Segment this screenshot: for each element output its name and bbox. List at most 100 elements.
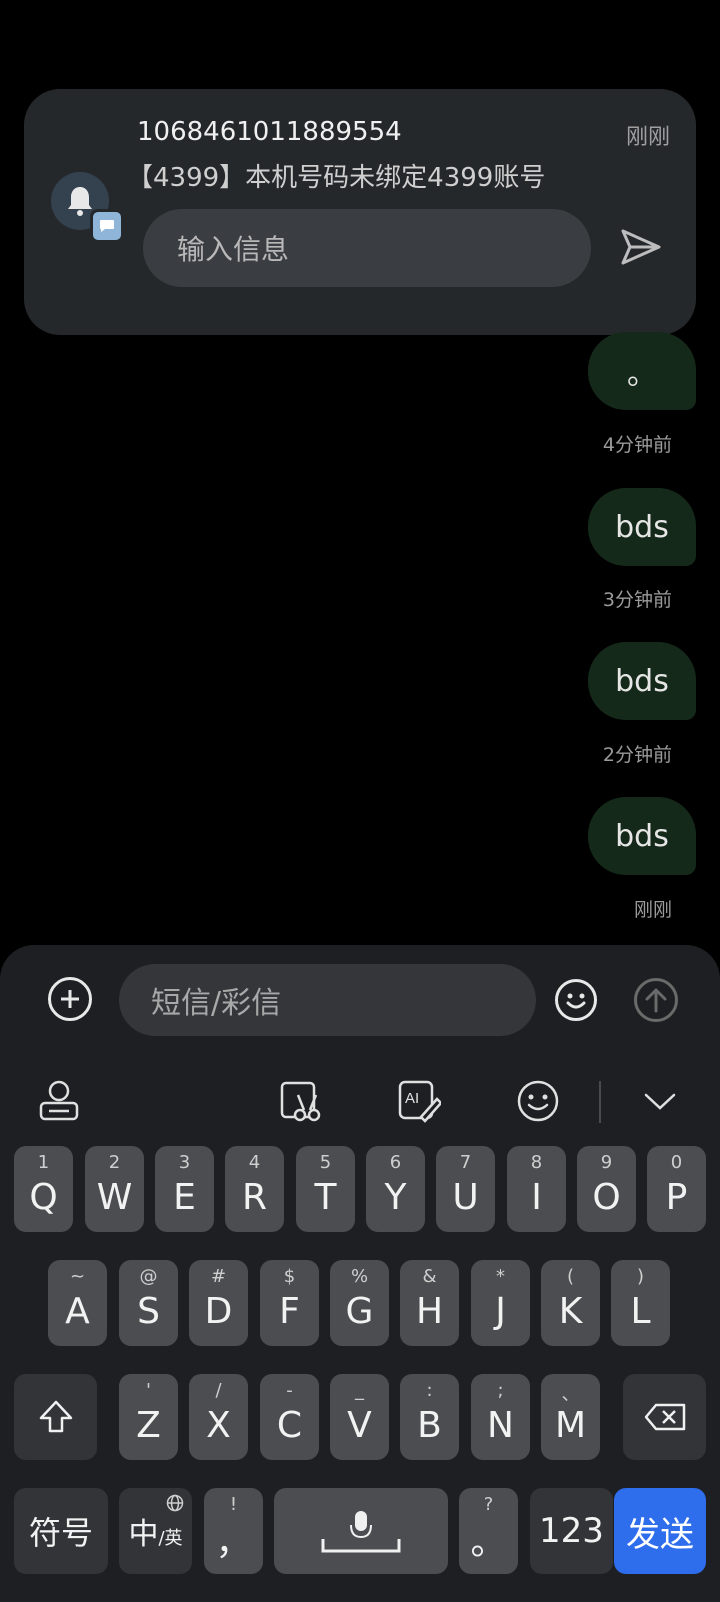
key-a[interactable]: ~ A bbox=[48, 1260, 107, 1346]
language-switch-key[interactable]: 中/英 bbox=[119, 1488, 192, 1574]
key-label: & bbox=[422, 1266, 437, 1287]
key-j[interactable]: * J bbox=[471, 1260, 530, 1346]
symbols-label: 符号 bbox=[28, 1514, 93, 1552]
message-time: 3分钟前 bbox=[602, 589, 672, 611]
key-label: - bbox=[286, 1380, 293, 1401]
key-w[interactable]: 2W bbox=[85, 1146, 144, 1232]
key-label: A bbox=[65, 1290, 90, 1332]
send-icon[interactable] bbox=[620, 227, 662, 267]
key-s[interactable]: @ S bbox=[119, 1260, 178, 1346]
shift-key[interactable] bbox=[14, 1374, 97, 1460]
key-label: 8 bbox=[530, 1152, 543, 1173]
number-key[interactable]: 123 bbox=[530, 1488, 613, 1574]
message-input-placeholder: 短信/彩信 bbox=[151, 986, 282, 1021]
message-text: 。 bbox=[627, 357, 657, 392]
notification-sender: 1068461011889554 bbox=[137, 117, 402, 147]
shift-icon bbox=[39, 1400, 72, 1433]
key-i[interactable]: 8I bbox=[507, 1146, 566, 1232]
svg-text:AI: AI bbox=[405, 1090, 419, 1107]
key-label: D bbox=[204, 1290, 233, 1332]
period-key[interactable]: ?。 bbox=[459, 1488, 518, 1574]
reply-input[interactable]: 输入信息 bbox=[143, 209, 591, 287]
key-label: 、 bbox=[561, 1384, 580, 1405]
notification-time: 刚刚 bbox=[625, 125, 670, 150]
keyboard-settings-icon[interactable] bbox=[37, 1079, 81, 1123]
key-label: R bbox=[241, 1176, 267, 1218]
key-label: # bbox=[210, 1266, 227, 1287]
key-label: ， bbox=[215, 1522, 252, 1563]
key-y[interactable]: 6Y bbox=[366, 1146, 425, 1232]
key-m[interactable]: 、 M bbox=[541, 1374, 600, 1460]
key-f[interactable]: $ F bbox=[260, 1260, 319, 1346]
key-label: _ bbox=[355, 1380, 364, 1401]
key-k[interactable]: (K bbox=[541, 1260, 600, 1346]
message-text: bds bbox=[615, 663, 669, 699]
message-bubble[interactable]: 。 bbox=[588, 332, 696, 410]
key-label: ) bbox=[636, 1266, 645, 1287]
key-label: J bbox=[495, 1290, 506, 1332]
key-label: T bbox=[314, 1176, 337, 1218]
key-label: B bbox=[417, 1404, 442, 1446]
key-label: P bbox=[665, 1176, 688, 1218]
key-h[interactable]: & H bbox=[400, 1260, 459, 1346]
clipboard-edit-icon[interactable] bbox=[278, 1079, 322, 1123]
key-label: 3 bbox=[178, 1152, 191, 1173]
message-bubble[interactable]: bds bbox=[588, 642, 696, 720]
key-label: V bbox=[347, 1404, 372, 1446]
message-time: 刚刚 bbox=[633, 899, 672, 921]
key-n[interactable]: ; N bbox=[471, 1374, 530, 1460]
key-t[interactable]: 5T bbox=[296, 1146, 355, 1232]
emoji-icon[interactable] bbox=[516, 1079, 560, 1123]
key-label: 1 bbox=[37, 1152, 50, 1173]
key-label: * bbox=[496, 1266, 505, 1287]
send-key[interactable]: 发送 bbox=[614, 1488, 706, 1574]
comma-key[interactable]: !， bbox=[204, 1488, 263, 1574]
key-b[interactable]: :B bbox=[400, 1374, 459, 1460]
microphone-icon bbox=[321, 1511, 401, 1553]
message-bubble[interactable]: bds bbox=[588, 488, 696, 566]
plus-circle-icon[interactable] bbox=[48, 977, 92, 1021]
key-label: F bbox=[279, 1290, 300, 1332]
key-c[interactable]: -C bbox=[260, 1374, 319, 1460]
message-bubble[interactable]: bds bbox=[588, 797, 696, 875]
toolbar-divider bbox=[599, 1081, 601, 1123]
message-input[interactable]: 短信/彩信 bbox=[119, 964, 536, 1036]
key-d[interactable]: # D bbox=[189, 1260, 248, 1346]
key-v[interactable]: _ V bbox=[330, 1374, 389, 1460]
key-label: @ bbox=[139, 1266, 158, 1287]
key-u[interactable]: 7U bbox=[436, 1146, 495, 1232]
send-key-label: 发送 bbox=[626, 1514, 694, 1555]
key-label: 7 bbox=[459, 1152, 472, 1173]
symbols-key[interactable]: 符号 bbox=[14, 1488, 108, 1574]
key-x[interactable]: / X bbox=[189, 1374, 248, 1460]
key-label: 2 bbox=[108, 1152, 121, 1173]
notification-card[interactable]: 1068461011889554 刚刚 【4399】本机号码未绑定4399账号 … bbox=[24, 89, 696, 335]
key-label: G bbox=[345, 1290, 374, 1332]
key-label: $ bbox=[283, 1266, 296, 1287]
key-o[interactable]: 9O bbox=[577, 1146, 636, 1232]
key-label: L bbox=[630, 1290, 651, 1332]
key-label: : bbox=[426, 1380, 433, 1401]
emoji-icon[interactable] bbox=[555, 979, 597, 1021]
message-time: 4分钟前 bbox=[602, 434, 672, 456]
key-label: N bbox=[487, 1404, 514, 1446]
chevron-down-icon[interactable] bbox=[638, 1079, 682, 1123]
message-icon bbox=[90, 209, 124, 243]
key-r[interactable]: 4R bbox=[225, 1146, 284, 1232]
key-e[interactable]: 3E bbox=[155, 1146, 214, 1232]
space-key[interactable] bbox=[274, 1488, 448, 1574]
globe-icon bbox=[166, 1494, 184, 1512]
backspace-key[interactable] bbox=[623, 1374, 706, 1460]
key-g[interactable]: % G bbox=[330, 1260, 389, 1346]
key-z[interactable]: ' Z bbox=[119, 1374, 178, 1460]
key-label: / bbox=[215, 1380, 222, 1401]
key-label: 4 bbox=[248, 1152, 261, 1173]
key-label: ; bbox=[497, 1380, 504, 1401]
key-label: ' bbox=[146, 1380, 151, 1401]
key-p[interactable]: 0P bbox=[647, 1146, 706, 1232]
arrow-up-icon[interactable] bbox=[634, 978, 678, 1022]
key-l[interactable]: ) L bbox=[611, 1260, 670, 1346]
ai-write-icon[interactable]: AI bbox=[397, 1079, 441, 1123]
key-q[interactable]: 1Q bbox=[14, 1146, 73, 1232]
key-label: E bbox=[173, 1176, 196, 1218]
